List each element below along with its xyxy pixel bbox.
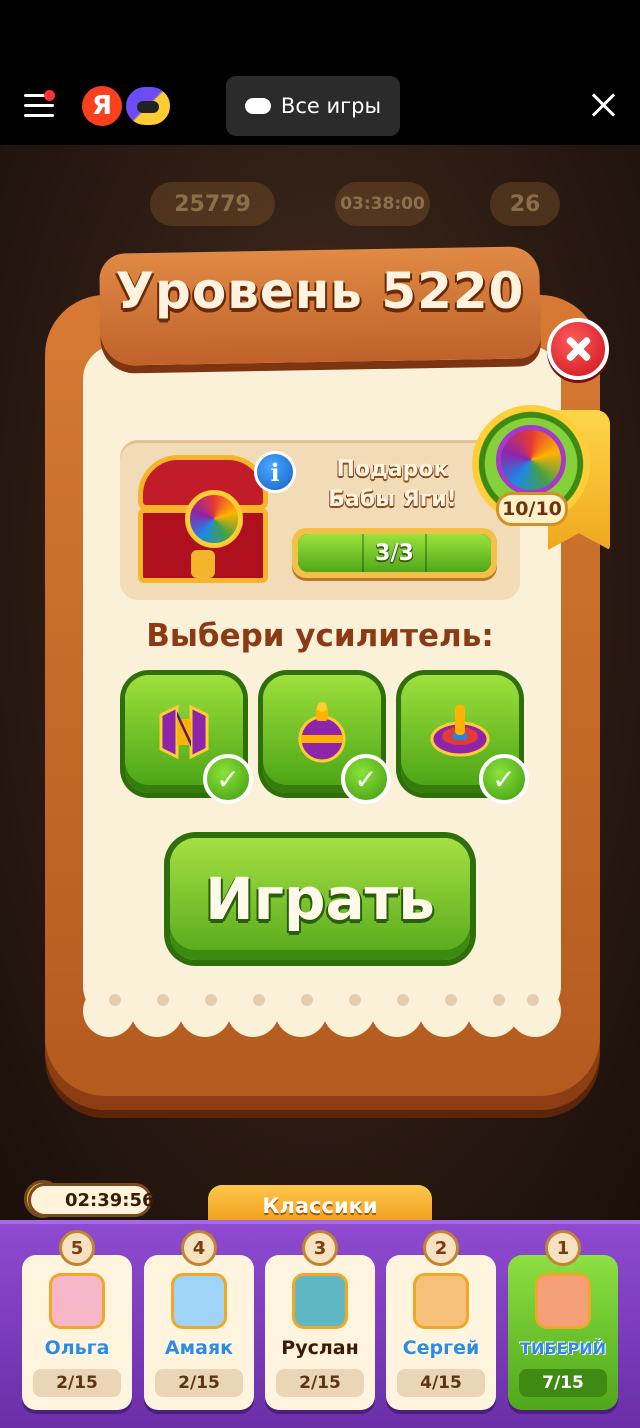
notification-dot: [44, 90, 55, 101]
booster-check-icon: ✓: [479, 754, 529, 804]
rank-badge: 4: [181, 1230, 217, 1266]
player-name: Амаяк: [164, 1337, 234, 1359]
games-logo-icon[interactable]: [123, 84, 173, 128]
paper-scallops: [83, 985, 561, 1045]
avatar: [413, 1273, 469, 1329]
player-card[interactable]: Ольга 2/15: [22, 1255, 132, 1410]
coins-counter: 25779: [150, 182, 275, 226]
gift-text-line1: Подарок: [336, 457, 449, 482]
event-timer-value: 02:39:56: [65, 1189, 155, 1211]
lives-timer: 03:38:00: [335, 182, 430, 226]
booster-check-icon: ✓: [341, 754, 391, 804]
avatar: [292, 1273, 348, 1329]
close-icon[interactable]: [590, 92, 616, 118]
info-icon[interactable]: i: [254, 451, 296, 493]
level-title: Уровень 5220: [115, 262, 525, 320]
rank-badge: 5: [59, 1230, 95, 1266]
booster-check-icon: ✓: [203, 754, 253, 804]
player-name: Ольга: [44, 1337, 110, 1359]
progress-label: 3/3: [375, 540, 414, 566]
player-score: 7/15: [519, 1369, 607, 1397]
event-timer: 02:39:56: [28, 1183, 155, 1217]
menu-icon[interactable]: [24, 90, 55, 118]
player-card[interactable]: Руслан 2/15: [265, 1255, 375, 1410]
gift-progress-bar: 3/3: [292, 528, 497, 578]
gift-text: Подарок Бабы Яги!: [310, 455, 475, 515]
avatar: [535, 1273, 591, 1329]
player-name: Сергей: [402, 1337, 480, 1359]
rank-badge: 2: [423, 1230, 459, 1266]
gamepad-icon: [244, 98, 271, 114]
all-games-label: Все игры: [280, 94, 382, 118]
dialog-close-button[interactable]: [547, 318, 609, 380]
play-button[interactable]: Играть: [170, 838, 470, 960]
player-score: 2/15: [33, 1369, 121, 1397]
rank-badge: 1: [545, 1230, 581, 1266]
badge-count: 10/10: [496, 492, 568, 526]
top-bar: Я Все игры: [0, 0, 640, 145]
player-score: 2/15: [155, 1369, 243, 1397]
player-card-current[interactable]: ТИБЕРИЙ 7/15: [508, 1255, 618, 1410]
player-score: 2/15: [276, 1369, 364, 1397]
stars-counter: 26: [490, 182, 560, 226]
player-score: 4/15: [397, 1369, 485, 1397]
avatar: [49, 1273, 105, 1329]
avatar: [171, 1273, 227, 1329]
player-card[interactable]: Амаяк 2/15: [144, 1255, 254, 1410]
all-games-button[interactable]: Все игры: [226, 76, 400, 136]
rank-badge: 3: [302, 1230, 338, 1266]
player-name: Руслан: [281, 1337, 359, 1359]
spinning-top-icon: [430, 705, 490, 757]
player-card[interactable]: Сергей 4/15: [386, 1255, 496, 1410]
wheel-icon: [496, 425, 566, 495]
choose-booster-label: Выбери усилитель:: [146, 618, 494, 654]
bomb-icon: [298, 702, 346, 763]
treasure-chest-icon: [133, 450, 273, 585]
player-name: ТИБЕРИЙ: [520, 1339, 606, 1358]
hammer-icon: [159, 704, 209, 760]
gift-text-line2: Бабы Яги!: [328, 487, 457, 512]
yandex-logo[interactable]: Я: [82, 86, 122, 126]
